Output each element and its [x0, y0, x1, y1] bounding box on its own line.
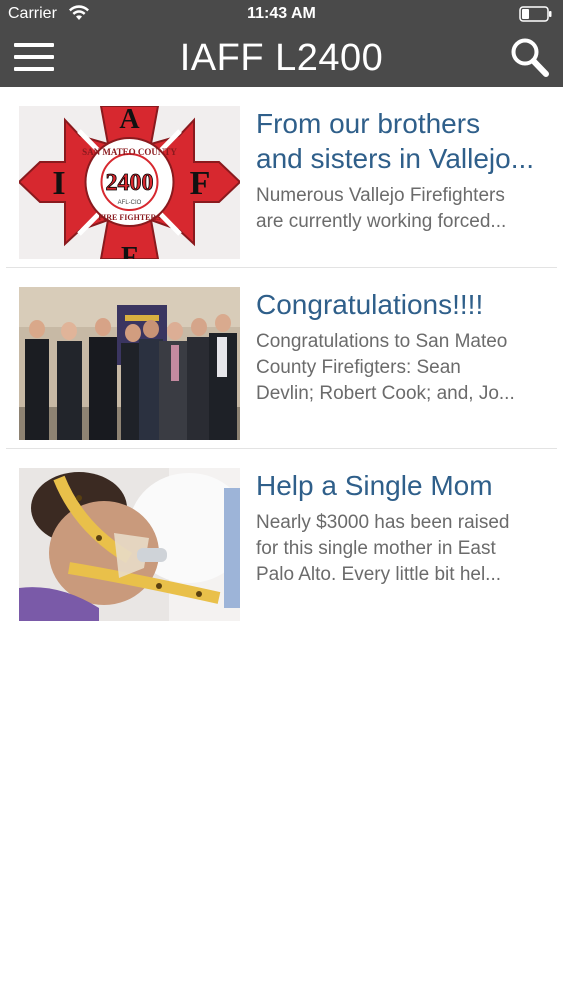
- article-headline[interactable]: Help a Single Mom: [256, 468, 548, 503]
- headline-line: and sisters in Vallejo...: [256, 143, 535, 174]
- logo-ring-top-text: SAN MATEO COUNTY: [82, 147, 177, 157]
- status-bar: Carrier 11:43 AM: [0, 0, 563, 28]
- article-thumbnail-child-photo: [19, 468, 240, 621]
- headline-line: From our brothers: [256, 108, 481, 139]
- summary-line: Numerous Vallejo Firefighters: [256, 185, 505, 206]
- article-thumbnail-group-photo: [19, 287, 240, 440]
- headline-line: Help a Single Mom: [256, 470, 493, 501]
- menu-button[interactable]: [12, 40, 56, 74]
- logo-small-text: AFL-CIO: [118, 200, 142, 206]
- page-title: IAFF L2400: [179, 37, 384, 79]
- summary-line: Congratulations to San Mateo: [256, 331, 508, 352]
- summary-line: are currently working forced...: [256, 211, 507, 232]
- article-summary: Numerous Vallejo Firefighters are curren…: [256, 183, 548, 235]
- article-list: SAN MATEO COUNTY 2400 AFL-CIO FIRE FIGHT…: [0, 87, 563, 629]
- hamburger-menu-icon: [12, 43, 56, 78]
- article-item[interactable]: SAN MATEO COUNTY 2400 AFL-CIO FIRE FIGHT…: [0, 87, 563, 267]
- search-icon: [509, 38, 551, 84]
- article-item[interactable]: Congratulations!!!! Congratulations to S…: [0, 268, 563, 448]
- summary-line: Nearly $3000 has been raised: [256, 512, 510, 533]
- article-text: Congratulations!!!! Congratulations to S…: [256, 287, 548, 407]
- headline-line: Congratulations!!!!: [256, 289, 484, 320]
- logo-number-text: 2400: [106, 170, 154, 196]
- article-headline[interactable]: From our brothers and sisters in Vallejo…: [256, 106, 548, 176]
- search-button[interactable]: [509, 36, 551, 80]
- logo-letter-top: A: [119, 106, 140, 135]
- article-summary: Nearly $3000 has been raised for this si…: [256, 510, 548, 588]
- logo-letter-right: F: [190, 165, 211, 202]
- logo-ring-bottom-text: FIRE FIGHTERS: [98, 213, 161, 222]
- wifi-icon: [68, 4, 90, 27]
- article-headline[interactable]: Congratulations!!!!: [256, 287, 548, 322]
- article-summary: Congratulations to San Mateo County Fire…: [256, 329, 548, 407]
- article-text: From our brothers and sisters in Vallejo…: [256, 106, 548, 235]
- carrier-label: Carrier: [8, 5, 57, 22]
- article-item[interactable]: Help a Single Mom Nearly $3000 has been …: [0, 449, 563, 629]
- summary-line: for this single mother in East: [256, 538, 496, 559]
- article-thumbnail-iaff-logo: SAN MATEO COUNTY 2400 AFL-CIO FIRE FIGHT…: [19, 106, 240, 259]
- battery-icon: [519, 6, 553, 27]
- summary-line: Devlin; Robert Cook; and, Jo...: [256, 383, 515, 404]
- nav-bar: IAFF L2400: [0, 28, 563, 87]
- summary-line: Palo Alto. Every little bit hel...: [256, 564, 502, 585]
- svg-text:F: F: [121, 242, 138, 259]
- article-text: Help a Single Mom Nearly $3000 has been …: [256, 468, 548, 588]
- summary-line: County Firefigters: Sean: [256, 357, 461, 378]
- logo-letter-left: I: [52, 165, 65, 202]
